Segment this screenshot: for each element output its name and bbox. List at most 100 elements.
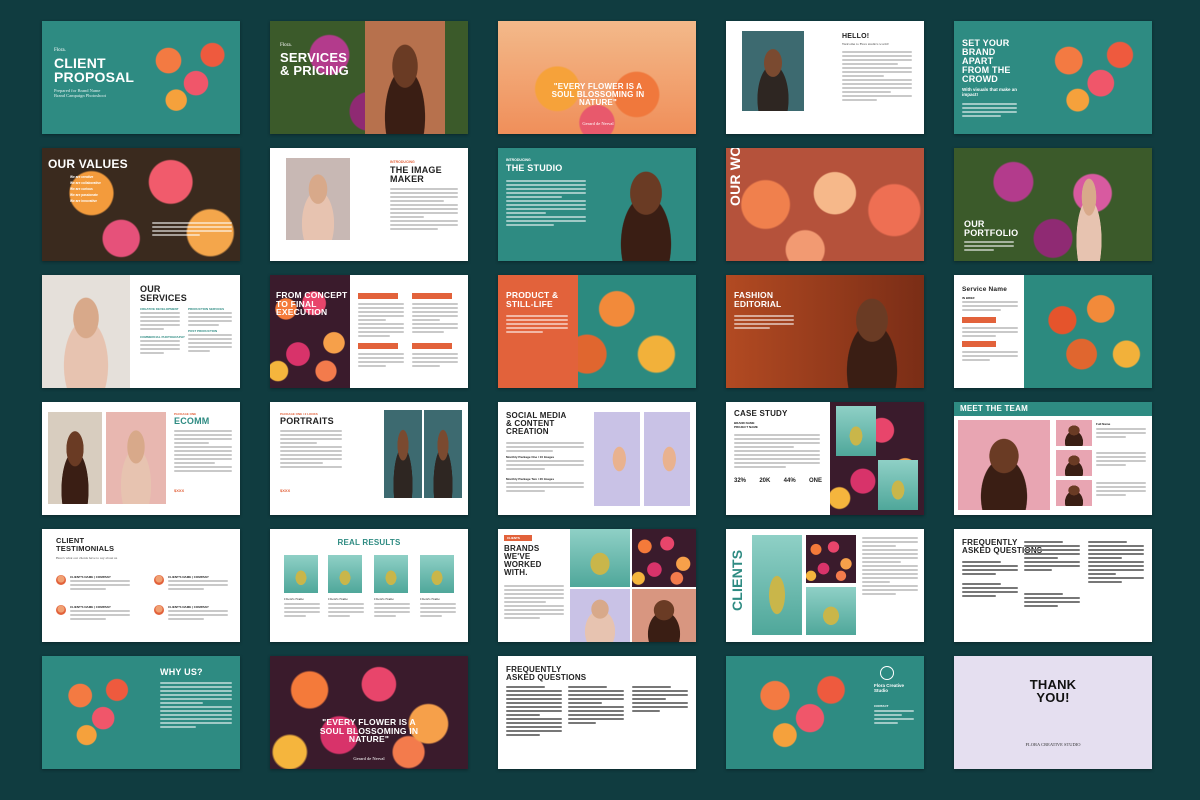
body-text xyxy=(862,537,918,597)
slide-title: Our Values xyxy=(48,157,128,171)
body-text xyxy=(1096,428,1146,440)
slide-client-testimonials[interactable]: Client Testimonials Here's what our clien… xyxy=(42,529,240,642)
section-tag xyxy=(358,343,398,349)
result-image xyxy=(328,555,362,593)
package-label: Monthly Package Two / 20 Images xyxy=(506,477,555,481)
slide-client-proposal[interactable]: Flora. Client Proposal Prepared for Brand… xyxy=(42,21,240,134)
testimonial-text xyxy=(168,610,228,622)
slide-ecomm[interactable]: Package One Ecomm $XXX xyxy=(42,402,240,515)
slide-meet-the-team[interactable]: Meet the Team Full Name xyxy=(954,402,1152,515)
slide-clients[interactable]: Clients xyxy=(726,529,924,642)
flowers-image xyxy=(806,535,856,583)
package-label: Monthly Package One / 10 Images xyxy=(506,455,555,459)
flowers-image xyxy=(130,21,240,134)
service-heading: Creative Development xyxy=(140,307,179,311)
slide-portraits[interactable]: Package One / 2 Looks Portraits $XXX xyxy=(270,402,468,515)
client-name: Client's Name | Company xyxy=(168,575,209,579)
slide-title-vertical: Our Work xyxy=(727,148,743,206)
slide-our-portfolio[interactable]: Our Portfolio xyxy=(954,148,1152,261)
slide-fashion-editorial[interactable]: Fashion Editorial xyxy=(726,275,924,388)
slide-set-brand-apart[interactable]: Set your brand apart from the crowd With… xyxy=(954,21,1152,134)
portrait-image xyxy=(1064,158,1114,261)
service-heading: Post Production xyxy=(188,329,218,333)
slide-pre: Flora. xyxy=(54,48,66,53)
quote-author: Gerard de Nerval xyxy=(582,121,614,126)
logo-mark xyxy=(880,666,894,680)
slide-product-still-life[interactable]: Product & Still-Life xyxy=(498,275,696,388)
slide-our-values[interactable]: Our Values We are creative We are collabo… xyxy=(42,148,240,261)
section-tag: Clients xyxy=(504,535,532,541)
body-text xyxy=(140,340,180,356)
flowers-image xyxy=(1024,21,1152,134)
slide-title: From concept to final execution xyxy=(276,290,348,317)
result-text xyxy=(374,603,410,619)
faq-text xyxy=(568,686,624,726)
quote-author: Gerard de Nerval xyxy=(353,756,385,761)
slide-why-us[interactable]: Why us? xyxy=(42,656,240,769)
slide-title: The Studio xyxy=(506,163,563,173)
package-title: Ecomm xyxy=(174,416,210,426)
portrait-image xyxy=(384,410,422,498)
portrait-image xyxy=(106,412,166,504)
bottle-image xyxy=(806,587,856,635)
case-stats: 32% 20K 44% ONE xyxy=(734,478,822,484)
slide-title: Set your brand apart from the crowd xyxy=(962,38,1011,84)
slide-title-vertical: Clients xyxy=(729,549,745,611)
section-tag xyxy=(412,343,452,349)
flowers-image xyxy=(726,656,866,769)
client-avatar xyxy=(56,605,66,615)
body-text xyxy=(506,482,584,494)
slide-image-maker[interactable]: Introducing The Image Maker xyxy=(270,148,468,261)
service-label: In Brief xyxy=(962,296,975,300)
body-text xyxy=(504,585,564,621)
slide-hello[interactable]: Hello! Welcome to Flora studio's world! xyxy=(726,21,924,134)
slide-title: Services & Pricing xyxy=(280,50,349,78)
faq-text xyxy=(632,686,688,714)
faq-text xyxy=(1024,593,1080,609)
slide-our-services[interactable]: Our Services Creative Development Commerc… xyxy=(42,275,240,388)
slide-real-results[interactable]: Real Results Client's Name Client's Name… xyxy=(270,529,468,642)
package-price: $XXX xyxy=(280,488,291,493)
slide-quote[interactable]: "Every flower is a soul blossoming in na… xyxy=(498,21,696,134)
slide-title: Client Proposal xyxy=(54,55,135,85)
bottle-image xyxy=(836,406,876,456)
slide-social-media[interactable]: Social Media & Content Creation Monthly Pa… xyxy=(498,402,696,515)
slide-service-name[interactable]: Service Name In Brief xyxy=(954,275,1152,388)
portrait-image xyxy=(822,275,922,388)
brand-name: Flora Creative Studio xyxy=(1025,742,1081,747)
slide-faq[interactable]: Frequently Asked Questions xyxy=(954,529,1152,642)
slide-our-work[interactable]: Our Work xyxy=(726,148,924,261)
faq-text xyxy=(962,583,1018,599)
result-image xyxy=(374,555,408,593)
client-avatar xyxy=(154,605,164,615)
client-name: Client's Name | Company xyxy=(70,575,111,579)
body-text xyxy=(358,353,404,369)
slide-title: Our Services xyxy=(140,284,187,303)
result-text xyxy=(284,603,320,619)
client-avatar xyxy=(154,575,164,585)
slide-title: Client Testimonials xyxy=(56,536,115,553)
client-name: Client's Name xyxy=(284,597,304,601)
slide-the-studio[interactable]: Introducing The Studio xyxy=(498,148,696,261)
slide-concept-to-execution[interactable]: From concept to final execution xyxy=(270,275,468,388)
greeting-title: Hello! xyxy=(842,33,870,40)
slide-thank-you[interactable]: Thank You! Flora Creative Studio xyxy=(954,656,1152,769)
team-photo xyxy=(1056,450,1092,476)
contact-text xyxy=(874,710,914,726)
slide-subtitle: Here's what our clients have to say abou… xyxy=(56,556,118,560)
body-text xyxy=(188,334,232,354)
slide-title: Thank You! xyxy=(1029,677,1077,705)
slide-services-pricing[interactable]: Flora. Services & Pricing xyxy=(270,21,468,134)
bottle-image xyxy=(570,529,630,587)
slide-brands[interactable]: Clients Brands we've worked with. xyxy=(498,529,696,642)
body-text xyxy=(152,222,232,238)
body-text xyxy=(506,180,586,228)
values-list: We are creative We are collaborative We ar… xyxy=(70,175,101,203)
slide-faq-2[interactable]: Frequently Asked Questions xyxy=(498,656,696,769)
body-text xyxy=(1096,482,1146,498)
slide-contact[interactable]: Flora Creative Studio Contact xyxy=(726,656,924,769)
faq-text xyxy=(1024,541,1080,573)
slide-quote-2[interactable]: "Every flower is a soul blossoming in na… xyxy=(270,656,468,769)
portrait-image xyxy=(570,589,630,642)
slide-case-study[interactable]: Case Study Brand Name Project Name 32% 20K… xyxy=(726,402,924,515)
